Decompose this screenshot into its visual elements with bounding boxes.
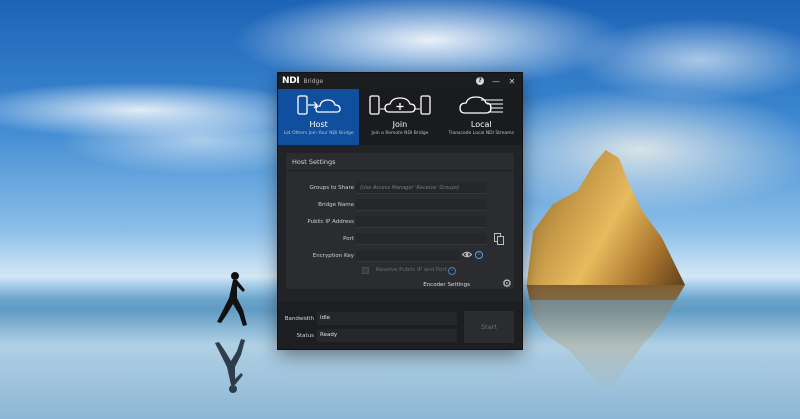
ndi-bridge-window: NDI Bridge ? — ✕ Host Let Others Join Yo… xyxy=(278,73,522,349)
wallpaper-runner xyxy=(217,272,247,326)
copy-icon[interactable] xyxy=(494,233,504,245)
encryption-key-label: Encryption Key xyxy=(312,253,354,259)
bridge-name-label: Bridge Name xyxy=(318,202,354,208)
tab-host[interactable]: Host Let Others Join Your NDI Bridge xyxy=(278,89,360,145)
status-value: Ready xyxy=(317,329,457,342)
tab-host-subtitle: Let Others Join Your NDI Bridge xyxy=(283,131,354,136)
resolve-info-icon[interactable]: i xyxy=(448,267,456,275)
mode-tabs: Host Let Others Join Your NDI Bridge Joi… xyxy=(278,89,522,145)
eye-icon[interactable] xyxy=(462,251,472,258)
help-button[interactable]: ? xyxy=(472,73,488,89)
port-input[interactable] xyxy=(356,233,486,245)
bandwidth-label: Bandwidth xyxy=(284,316,314,322)
bandwidth-value: Idle xyxy=(317,312,457,325)
window-title: Bridge xyxy=(303,77,324,85)
host-settings-panel: Host Settings Groups to Share (Use Acces… xyxy=(286,153,514,290)
encoder-settings-label[interactable]: Encoder Settings xyxy=(423,282,470,288)
tab-local[interactable]: Local Transcode Local NDI Streams xyxy=(441,89,522,145)
public-ip-input[interactable] xyxy=(356,216,486,228)
title-bar[interactable]: NDI Bridge ? — ✕ xyxy=(278,73,522,89)
tab-join-label: Join xyxy=(392,120,408,129)
encryption-info-icon[interactable]: i xyxy=(475,251,483,259)
start-button[interactable]: Start xyxy=(464,311,514,343)
bridge-name-input[interactable] xyxy=(356,199,486,211)
encryption-key-input[interactable] xyxy=(356,250,460,262)
resolve-public-ip-label: Resolve Public IP and Port xyxy=(376,267,447,273)
join-icon xyxy=(369,95,431,115)
public-ip-label: Public IP Address xyxy=(307,219,354,225)
local-icon xyxy=(459,96,504,114)
settings-title: Host Settings xyxy=(292,158,336,166)
groups-input[interactable]: (Use Access Manager 'Receive' Groups) xyxy=(356,182,486,194)
tab-local-subtitle: Transcode Local NDI Streams xyxy=(448,131,514,136)
ndi-logo: NDI xyxy=(282,76,300,86)
tab-local-label: Local xyxy=(470,120,492,129)
settings-divider xyxy=(286,170,514,171)
help-icon: ? xyxy=(476,77,484,85)
tab-join-subtitle: Join a Remote NDI Bridge xyxy=(371,131,429,136)
tab-join[interactable]: Join Join a Remote NDI Bridge xyxy=(359,89,440,145)
port-label: Port xyxy=(343,236,354,242)
minimize-button[interactable]: — xyxy=(488,73,504,89)
host-icon xyxy=(296,95,341,115)
wallpaper-runner-reflection xyxy=(215,339,245,393)
groups-label: Groups to Share xyxy=(309,185,355,191)
tab-host-label: Host xyxy=(309,120,328,129)
gear-icon[interactable]: ⚙ xyxy=(502,277,512,290)
status-panel: Bandwidth Idle Status Ready Start xyxy=(278,301,522,349)
resolve-public-ip-checkbox[interactable] xyxy=(362,267,369,274)
status-label: Status xyxy=(296,333,314,339)
close-button[interactable]: ✕ xyxy=(504,73,520,89)
